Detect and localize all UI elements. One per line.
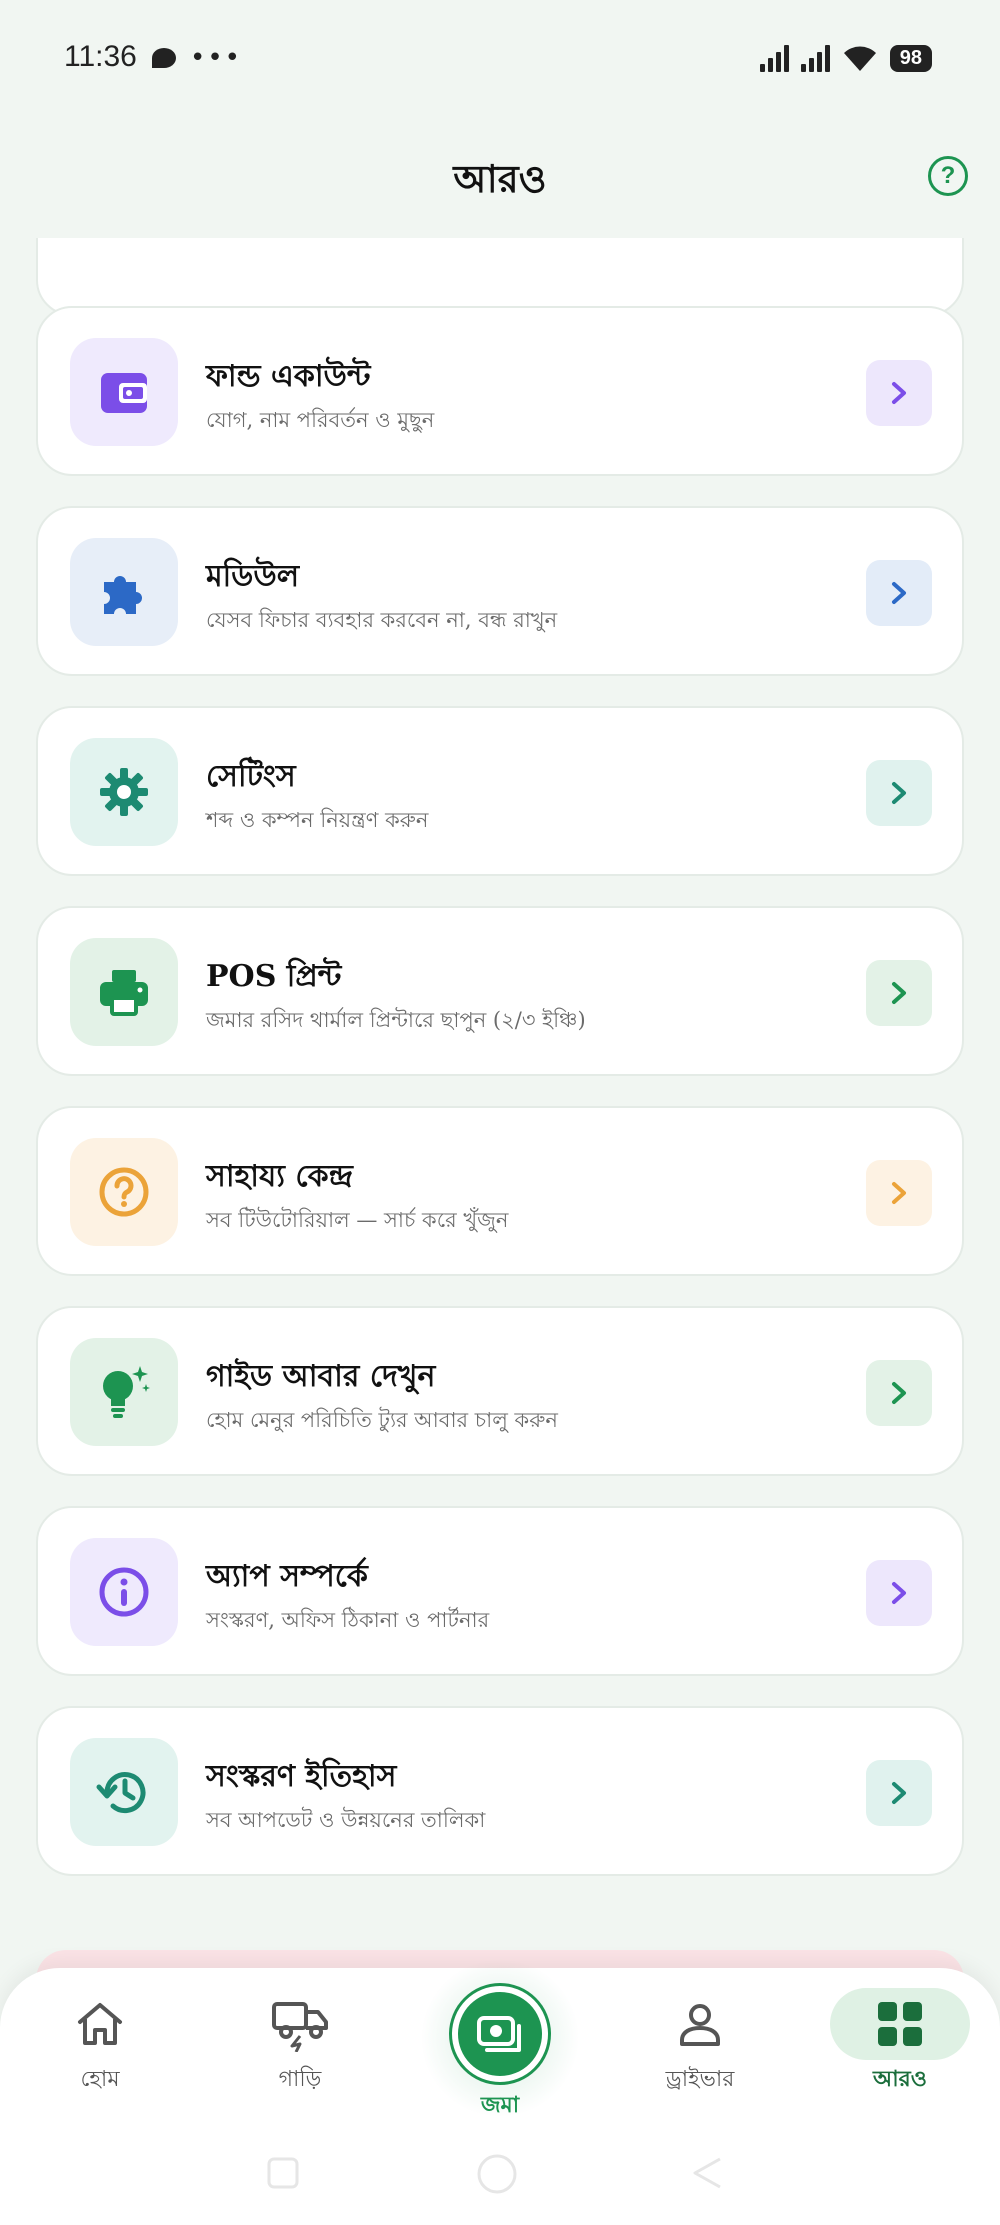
battery-level: 98: [889, 44, 932, 72]
nav-label-more: আরও: [873, 2066, 927, 2092]
deposit-fab-button[interactable]: [452, 1986, 548, 2082]
menu-card-title: অ্যাপ সম্পর্কে: [206, 1559, 368, 1594]
menu-card-subtitle: জমার রসিদ থার্মাল প্রিন্টারে ছাপুন (২/৩ …: [206, 1008, 586, 1032]
menu-card-title: সাহায্য কেন্দ্র: [206, 1159, 353, 1194]
nav-label-vehicle: গাড়ি: [278, 2067, 322, 2092]
nav-item-vehicle[interactable]: গাড়ি: [230, 1994, 370, 2104]
recents-button[interactable]: [266, 2156, 300, 2190]
home-icon: [74, 1994, 126, 2054]
nav-label-driver: ড্রাইভার: [665, 2067, 735, 2092]
chevron-right-icon[interactable]: [866, 1360, 932, 1426]
more-dots-icon: •••: [190, 43, 243, 73]
question-icon: ?: [940, 162, 956, 189]
menu-card-subtitle: সংস্করণ, অফিস ঠিকানা ও পার্টনার: [206, 1608, 490, 1632]
menu-card-subtitle: যেসব ফিচার ব্যবহার করবেন না, বন্ধ রাখুন: [206, 608, 558, 632]
menu-card-help-center[interactable]: সাহায্য কেন্দ্র সব টিউটোরিয়াল — সার্চ কর…: [36, 1106, 964, 1276]
nav-label-home: হোম: [80, 2067, 120, 2092]
person-icon: [674, 1994, 726, 2054]
status-time: 11:36: [64, 40, 137, 73]
status-bar: 11:36 ••• 98: [0, 0, 1000, 120]
question-circle-icon: [70, 1138, 178, 1246]
system-navigation-bar: [0, 2128, 1000, 2225]
menu-card-title: গাইড আবার দেখুন: [206, 1359, 436, 1394]
puzzle-icon: [70, 538, 178, 646]
chevron-right-icon[interactable]: [866, 1160, 932, 1226]
menu-card-guide-again[interactable]: গাইড আবার দেখুন হোম মেনুর পরিচিতি ট্যুর আ…: [36, 1306, 964, 1476]
chevron-right-icon[interactable]: [866, 960, 932, 1026]
menu-card-pos-print[interactable]: POS প্রিন্ট জমার রসিদ থার্মাল প্রিন্টারে …: [36, 906, 964, 1076]
menu-card-title: সেটিংস: [206, 759, 296, 794]
chevron-right-icon[interactable]: [866, 1560, 932, 1626]
menu-card-subtitle: সব টিউটোরিয়াল — সার্চ করে খুঁজুন: [206, 1208, 509, 1232]
status-system-icons: 98: [759, 44, 932, 72]
nav-item-home[interactable]: হোম: [30, 1994, 170, 2104]
chevron-right-icon[interactable]: [866, 760, 932, 826]
grid-icon: [876, 1994, 924, 2054]
menu-card-module[interactable]: মডিউল যেসব ফিচার ব্যবহার করবেন না, বন্ধ র…: [36, 506, 964, 676]
chevron-right-icon[interactable]: [866, 360, 932, 426]
menu-card-subtitle: যোগ, নাম পরিবর্তন ও মুছুন: [206, 408, 435, 432]
help-button[interactable]: ?: [928, 156, 968, 196]
wifi-icon: [843, 46, 876, 71]
menu-card-partial[interactable]: [36, 238, 964, 316]
wallet-icon: [70, 338, 178, 446]
cell-signal-icon: [800, 44, 830, 72]
nav-label-deposit: জমা: [480, 2092, 520, 2118]
menu-card-title: POS প্রিন্ট: [206, 959, 342, 994]
menu-card-about-app[interactable]: অ্যাপ সম্পর্কে সংস্করণ, অফিস ঠিকানা ও পার…: [36, 1506, 964, 1676]
menu-card-settings[interactable]: সেটিংস শব্দ ও কম্পন নিয়ন্ত্রণ করুন: [36, 706, 964, 876]
menu-card-title: মডিউল: [206, 559, 300, 594]
menu-card-subtitle: সব আপডেট ও উন্নয়নের তালিকা: [206, 1808, 486, 1832]
menu-card-subtitle: হোম মেনুর পরিচিতি ট্যুর আবার চালু করুন: [206, 1408, 558, 1432]
cell-signal-icon: [759, 44, 789, 72]
gear-icon: [70, 738, 178, 846]
menu-card-subtitle: শব্দ ও কম্পন নিয়ন্ত্রণ করুন: [206, 808, 429, 832]
back-button[interactable]: [690, 2156, 724, 2190]
more-menu-list[interactable]: ফান্ড একাউন্ট যোগ, নাম পরিবর্তন ও মুছুন মড…: [0, 238, 1000, 1968]
menu-card-title: ফান্ড একাউন্ট: [206, 359, 371, 394]
info-icon: [70, 1538, 178, 1646]
menu-card-version-history[interactable]: সংস্করণ ইতিহাস সব আপডেট ও উন্নয়নের তালিক…: [36, 1706, 964, 1876]
home-gesture-button[interactable]: [475, 2152, 519, 2196]
chevron-right-icon[interactable]: [866, 560, 932, 626]
nav-item-more[interactable]: আরও: [830, 1994, 970, 2104]
history-icon: [70, 1738, 178, 1846]
nav-item-driver[interactable]: ড্রাইভার: [630, 1994, 770, 2104]
menu-card-fund-account[interactable]: ফান্ড একাউন্ট যোগ, নাম পরিবর্তন ও মুছুন: [36, 306, 964, 476]
chat-bubble-icon: [152, 48, 176, 68]
menu-card-title: সংস্করণ ইতিহাস: [206, 1759, 397, 1794]
cash-icon: [477, 2016, 521, 2052]
printer-icon: [70, 938, 178, 1046]
bottom-navigation: হোম গাড়ি জমা ড্রাইভার আরও: [0, 1958, 1000, 2128]
lightbulb-icon: [70, 1338, 178, 1446]
chevron-right-icon[interactable]: [866, 1760, 932, 1826]
status-notification-icons: •••: [152, 43, 243, 73]
truck-icon: [270, 1994, 330, 2054]
page-title: আরও: [453, 157, 547, 201]
app-header: আরও ?: [0, 120, 1000, 238]
